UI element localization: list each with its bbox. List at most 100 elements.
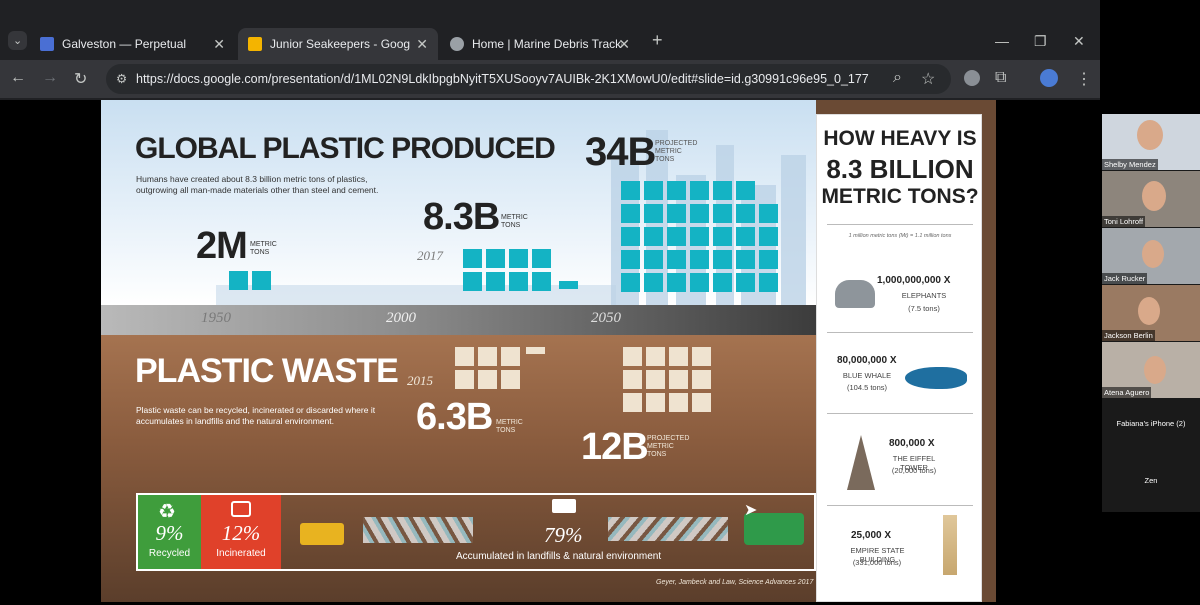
stat-12b: 12B <box>581 426 649 468</box>
restore-icon[interactable]: ❐ <box>1034 33 1047 50</box>
incinerated-percent: 12% <box>221 521 261 545</box>
whale-count: 80,000,000 X <box>837 355 897 366</box>
waste-title: PLASTIC WASTE <box>135 352 399 390</box>
bulldozer-icon <box>300 523 344 545</box>
empire-weight: (331,000 tons) <box>852 558 902 567</box>
incinerated-segment: 12% Incinerated <box>201 495 281 569</box>
participant-name: Zen <box>1144 476 1158 485</box>
tab-strip: ⌄ Galveston — Perpetual ✕ Junior Seakeep… <box>0 24 1100 60</box>
elephant-weight: (7.5 tons) <box>908 304 940 313</box>
whale-label: BLUE WHALE <box>842 371 892 380</box>
tab-junior-seakeepers[interactable]: Junior Seakeepers - Google Slides ✕ <box>238 28 438 60</box>
url-text: https://docs.google.com/presentation/d/1… <box>136 72 869 86</box>
squares-12b <box>623 347 711 412</box>
panel-heading-line-2: 8.3 BILLION <box>826 154 974 184</box>
address-bar[interactable]: ⚙ https://docs.google.com/presentation/d… <box>106 64 951 94</box>
squares-34b <box>621 181 778 292</box>
eiffel-tower-icon <box>847 435 875 490</box>
participant-video <box>1137 120 1163 150</box>
panel-heading-line-3: METRIC TONS? <box>821 185 979 208</box>
forward-icon[interactable]: → <box>42 69 58 87</box>
back-icon[interactable]: ← <box>10 69 26 87</box>
elephant-label: ELEPHANTS <box>901 291 947 300</box>
tab-search-chevron-icon[interactable]: ⌄ <box>8 31 28 50</box>
empire-state-building-icon <box>943 515 957 575</box>
unit-label: METRIC TONS <box>250 241 277 256</box>
participant-tile[interactable]: Toni Lohroff <box>1102 171 1200 227</box>
accumulated-label: Accumulated in landfills & natural envir… <box>456 551 662 562</box>
squares-8-3b <box>463 249 551 291</box>
close-tab-icon[interactable]: ✕ <box>416 36 428 53</box>
elephant-icon <box>835 280 875 308</box>
reload-icon[interactable]: ↻ <box>74 69 87 89</box>
participant-name: Shelby Mendez <box>1102 159 1158 170</box>
participant-tile[interactable]: Atena Aguero <box>1102 342 1200 398</box>
unit-label: METRIC TONS <box>501 214 528 229</box>
browser-window: ⌄ Galveston — Perpetual ✕ Junior Seakeep… <box>0 0 1100 100</box>
produced-description: Humans have created about 8.3 billion me… <box>136 174 379 195</box>
tab-galveston[interactable]: Galveston — Perpetual ✕ <box>30 28 235 60</box>
close-tab-icon[interactable]: ✕ <box>618 36 630 53</box>
garbage-truck-small-icon <box>552 499 576 513</box>
weight-comparison-panel: HOW HEAVY IS 8.3 BILLION METRIC TONS? 1 … <box>816 114 982 602</box>
browser-toolbar: ← → ↻ ⚙ https://docs.google.com/presenta… <box>0 60 1100 98</box>
unit-label: METRIC TONS <box>496 419 523 434</box>
profile-avatar[interactable] <box>1040 69 1058 87</box>
stat-2m: 2M <box>196 225 248 267</box>
trash-pile-icon <box>363 517 473 543</box>
stat-6-3b: 6.3B <box>416 396 493 438</box>
menu-kebab-icon[interactable]: ⋮ <box>1076 69 1092 89</box>
docs-favicon-icon <box>40 37 54 51</box>
participant-name: Fabiana's iPhone (2) <box>1116 419 1186 428</box>
year-1950: 1950 <box>201 310 231 326</box>
tab-marine-debris[interactable]: Home | Marine Debris Tracker ✕ <box>440 28 640 60</box>
video-call-sidebar: Shelby Mendez Toni Lohroff Jack Rucker J… <box>1102 114 1200 512</box>
elephant-count: 1,000,000,000 X <box>877 275 951 286</box>
trash-pile-icon <box>608 517 728 541</box>
projected-unit-label: PROJECTED METRIC TONS <box>655 140 698 163</box>
empire-count: 25,000 X <box>851 530 892 541</box>
whale-icon <box>905 367 967 389</box>
waste-description: Plastic waste can be recycled, incinerat… <box>136 405 376 426</box>
year-2050: 2050 <box>591 310 621 326</box>
bookmark-star-icon[interactable]: ☆ <box>921 69 935 89</box>
eiffel-count: 800,000 X <box>889 438 935 449</box>
whale-weight: (104.5 tons) <box>846 383 888 392</box>
zoom-icon[interactable]: ⌕ <box>893 69 902 87</box>
globe-favicon-icon <box>450 37 464 51</box>
tab-title: Galveston — Perpetual <box>62 37 187 51</box>
projected-unit-label: PROJECTED METRIC TONS <box>647 435 690 458</box>
eiffel-weight: (20,000 tons) <box>891 466 937 475</box>
tab-title: Junior Seakeepers - Google Slides <box>270 37 410 51</box>
recycled-percent: 9% <box>155 521 184 545</box>
participant-tile[interactable]: Fabiana's iPhone (2) <box>1102 399 1200 455</box>
incinerated-label: Incinerated <box>216 548 266 559</box>
participant-tile[interactable]: Jack Rucker <box>1102 228 1200 284</box>
participant-video <box>1138 297 1160 325</box>
extension-circle-icon[interactable] <box>964 70 980 86</box>
accumulated-percent: 79% <box>544 523 583 547</box>
presentation-slide: GLOBAL PLASTIC PRODUCED Humans have crea… <box>101 100 996 602</box>
participant-name: Jack Rucker <box>1102 273 1148 284</box>
panel-footnote: 1 million metric tons (Mt) = 1.1 million… <box>848 233 952 239</box>
stat-8-3b: 8.3B <box>423 196 500 238</box>
panel-heading-line-1: HOW HEAVY IS <box>823 127 977 150</box>
close-tab-icon[interactable]: ✕ <box>213 36 225 53</box>
participant-video <box>1142 240 1164 268</box>
slides-favicon-icon <box>248 37 262 51</box>
new-tab-button[interactable]: + <box>652 30 663 51</box>
site-info-icon[interactable]: ⚙ <box>116 64 127 94</box>
participant-tile[interactable]: Zen <box>1102 456 1200 512</box>
minimize-icon[interactable]: — <box>995 33 1009 49</box>
squares-2m <box>229 271 271 290</box>
participant-tile[interactable]: Shelby Mendez <box>1102 114 1200 170</box>
participant-tile[interactable]: Jackson Berlin <box>1102 285 1200 341</box>
window-close-icon[interactable]: ✕ <box>1073 33 1085 50</box>
participant-video <box>1142 181 1166 211</box>
participant-name: Atena Aguero <box>1102 387 1152 398</box>
mouse-cursor-icon: ➤ <box>744 502 758 519</box>
year-2000: 2000 <box>386 310 416 326</box>
recycled-segment: ♻ 9% Recycled <box>138 495 201 569</box>
recycle-icon: ♻ <box>158 501 176 523</box>
extensions-puzzle-icon[interactable]: ⧉ <box>995 69 1006 87</box>
